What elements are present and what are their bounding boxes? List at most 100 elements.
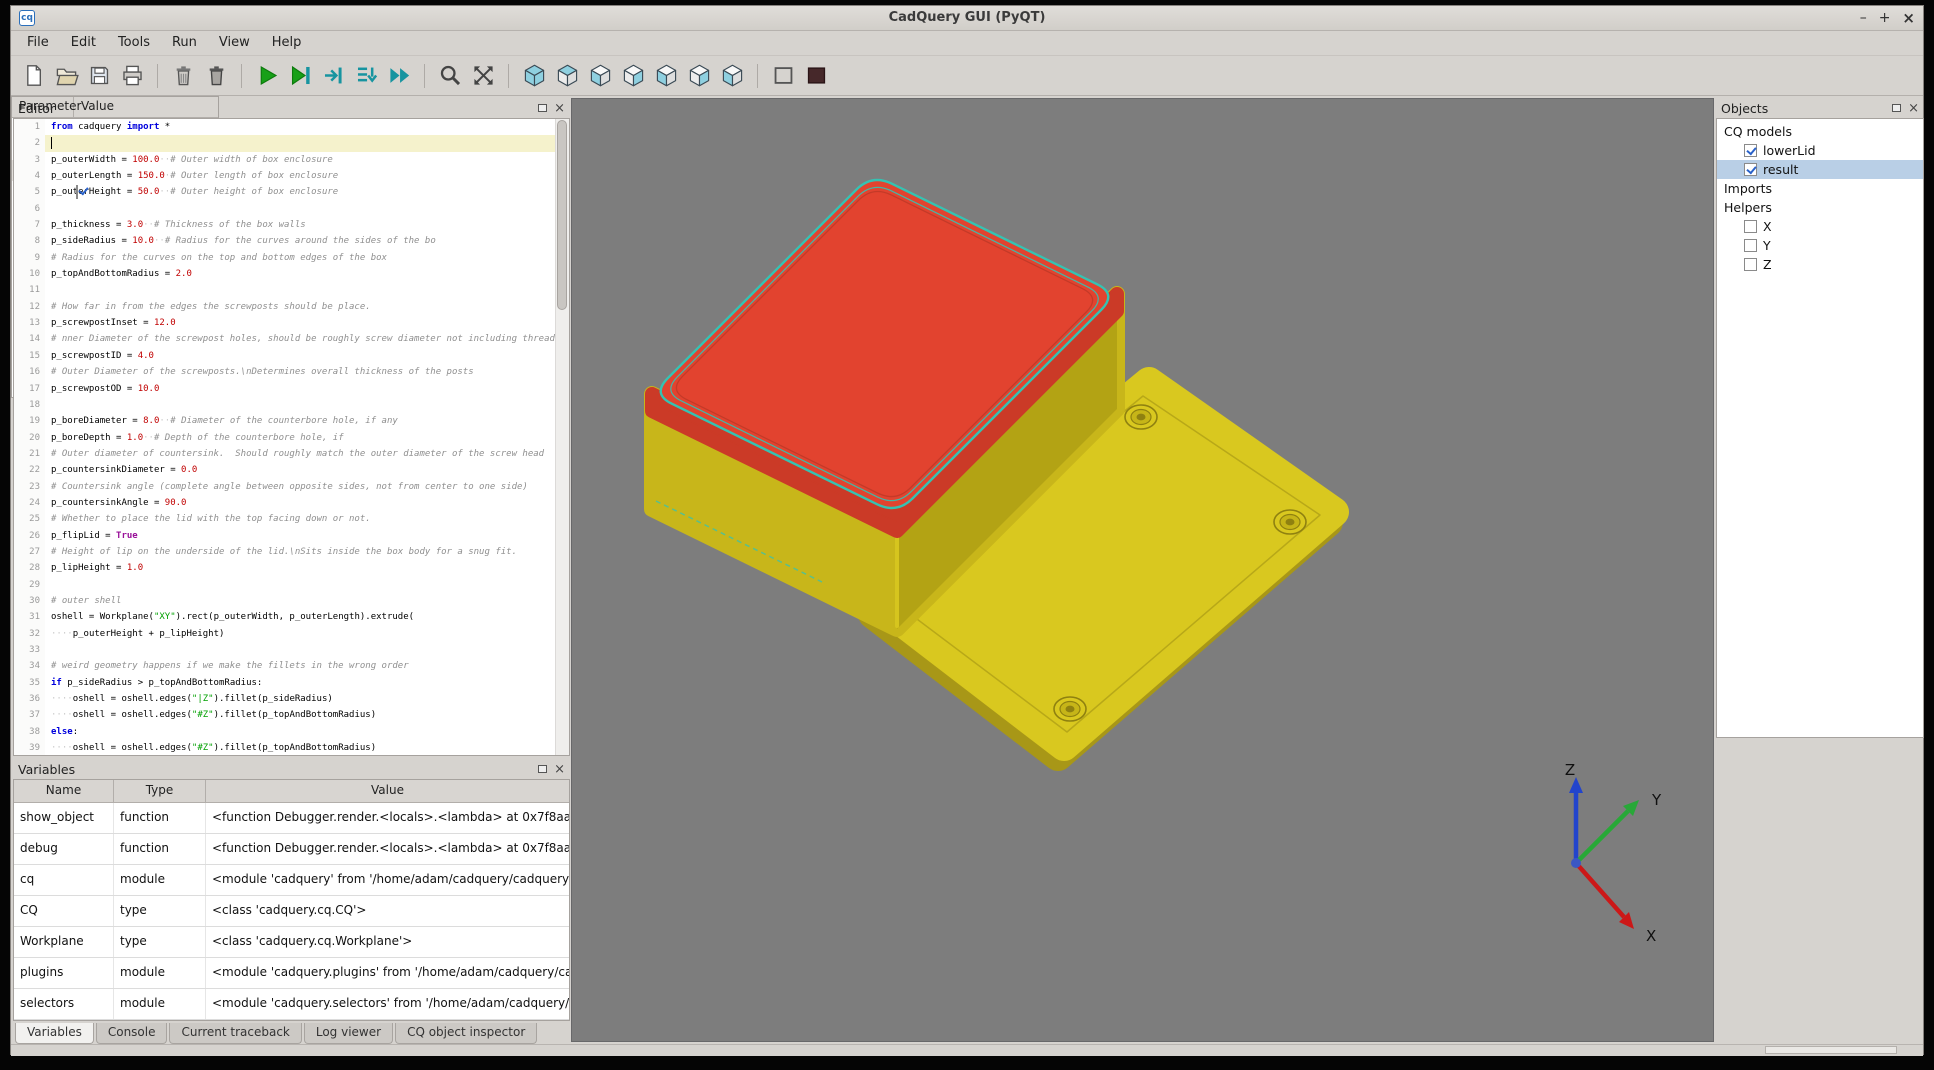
code-line[interactable]: 15p_screwpostID = 4.0 bbox=[14, 348, 556, 364]
tool-shaded-button[interactable] bbox=[802, 62, 830, 90]
variable-row[interactable]: Planetype<class 'cadquery.occ_impl.geom.… bbox=[14, 1020, 569, 1021]
code-line[interactable]: 26p_flipLid = True bbox=[14, 528, 556, 544]
code-line[interactable]: 18 bbox=[14, 397, 556, 413]
code-line[interactable]: 25# Whether to place the lid with the to… bbox=[14, 511, 556, 527]
tab-log-viewer[interactable]: Log viewer bbox=[304, 1023, 393, 1044]
code-line[interactable]: 6 bbox=[14, 201, 556, 217]
menu-item-run[interactable]: Run bbox=[162, 32, 207, 53]
code-line[interactable]: 30# outer shell bbox=[14, 593, 556, 609]
editor-float-button[interactable] bbox=[538, 104, 547, 112]
variables-column-header[interactable]: Name bbox=[14, 780, 114, 802]
code-line[interactable]: 28p_lipHeight = 1.0 bbox=[14, 560, 556, 576]
tool-wireframe-button[interactable] bbox=[769, 62, 797, 90]
code-line[interactable]: 1from cadquery import * bbox=[14, 119, 556, 135]
code-line[interactable]: 22p_countersinkDiameter = 0.0 bbox=[14, 462, 556, 478]
code-line[interactable]: 36····oshell = oshell.edges("|Z").fillet… bbox=[14, 691, 556, 707]
checkbox[interactable] bbox=[1744, 258, 1757, 271]
editor-scrollbar-thumb[interactable] bbox=[557, 120, 567, 310]
tool-zoom-button[interactable] bbox=[436, 62, 464, 90]
objects-float-button[interactable] bbox=[1892, 104, 1901, 112]
minimize-button[interactable]: – bbox=[1860, 11, 1867, 25]
variable-row[interactable]: show_objectfunction<function Debugger.re… bbox=[14, 803, 569, 834]
tool-cube-right-button[interactable] bbox=[619, 62, 647, 90]
code-line[interactable]: 37····oshell = oshell.edges("#Z").fillet… bbox=[14, 707, 556, 723]
object-item-result[interactable]: result bbox=[1717, 160, 1923, 179]
code-line[interactable]: 24p_countersinkAngle = 90.0 bbox=[14, 495, 556, 511]
code-line[interactable]: 2 bbox=[14, 135, 556, 151]
tab-current-traceback[interactable]: Current traceback bbox=[169, 1023, 301, 1044]
code-line[interactable]: 21# Outer diameter of countersink. Shoul… bbox=[14, 446, 556, 462]
code-line[interactable]: 39····oshell = oshell.edges("#Z").fillet… bbox=[14, 740, 556, 755]
tool-new-button[interactable] bbox=[19, 62, 47, 90]
code-line[interactable]: 35if p_sideRadius > p_topAndBottomRadius… bbox=[14, 675, 556, 691]
variable-row[interactable]: CQtype<class 'cadquery.cq.CQ'> bbox=[14, 896, 569, 927]
code-line[interactable]: 33 bbox=[14, 642, 556, 658]
tool-step-into-button[interactable] bbox=[352, 62, 380, 90]
tool-cube-back-button[interactable] bbox=[685, 62, 713, 90]
tool-cube-left-button[interactable] bbox=[652, 62, 680, 90]
code-line[interactable]: 7p_thickness = 3.0··# Thickness of the b… bbox=[14, 217, 556, 233]
variable-row[interactable]: pluginsmodule<module 'cadquery.plugins' … bbox=[14, 958, 569, 989]
code-line[interactable]: 10p_topAndBottomRadius = 2.0 bbox=[14, 266, 556, 282]
variable-row[interactable]: Workplanetype<class 'cadquery.cq.Workpla… bbox=[14, 927, 569, 958]
object-item-y[interactable]: Y bbox=[1717, 236, 1923, 255]
tool-step-button[interactable] bbox=[319, 62, 347, 90]
checkbox[interactable] bbox=[1744, 239, 1757, 252]
tool-cube-bottom-button[interactable] bbox=[718, 62, 746, 90]
code-line[interactable]: 34# weird geometry happens if we make th… bbox=[14, 658, 556, 674]
code-line[interactable]: 14# nner Diameter of the screwpost holes… bbox=[14, 331, 556, 347]
object-item-x[interactable]: X bbox=[1717, 217, 1923, 236]
variables-column-header[interactable]: Type bbox=[114, 780, 206, 802]
tool-run-button[interactable] bbox=[253, 62, 281, 90]
variables-column-header[interactable]: Value bbox=[206, 780, 569, 802]
code-line[interactable]: 29 bbox=[14, 577, 556, 593]
editor-scrollbar[interactable] bbox=[555, 119, 569, 755]
menu-item-file[interactable]: File bbox=[17, 32, 59, 53]
viewport-3d[interactable]: Z Y X bbox=[571, 98, 1714, 1042]
code-line[interactable]: 12# How far in from the edges the screwp… bbox=[14, 299, 556, 315]
title-bar[interactable]: cq CadQuery GUI (PyQT) – + × bbox=[11, 6, 1923, 31]
code-line[interactable]: 20p_boreDepth = 1.0··# Depth of the coun… bbox=[14, 430, 556, 446]
checkbox[interactable] bbox=[1744, 144, 1757, 157]
objects-close-button[interactable]: × bbox=[1908, 102, 1919, 115]
code-line[interactable]: 4p_outerLength = 150.0·# Outer length of… bbox=[14, 168, 556, 184]
code-line[interactable]: 31oshell = Workplane("XY").rect(p_outerW… bbox=[14, 609, 556, 625]
code-line[interactable]: 8p_sideRadius = 10.0··# Radius for the c… bbox=[14, 233, 556, 249]
object-item-lowerlid[interactable]: lowerLid bbox=[1717, 141, 1923, 160]
editor-content[interactable]: 1from cadquery import *23p_outerWidth = … bbox=[14, 119, 556, 755]
code-line[interactable]: 3p_outerWidth = 100.0··# Outer width of … bbox=[14, 152, 556, 168]
menu-item-help[interactable]: Help bbox=[262, 32, 312, 53]
editor-close-button[interactable]: × bbox=[554, 102, 565, 115]
tab-cq-object-inspector[interactable]: CQ object inspector bbox=[395, 1023, 537, 1044]
tool-delete-all-button[interactable] bbox=[202, 62, 230, 90]
tab-console[interactable]: Console bbox=[96, 1023, 168, 1044]
viewport-canvas[interactable]: Z Y X bbox=[572, 99, 1713, 1041]
tool-continue-button[interactable] bbox=[385, 62, 413, 90]
visible-checkbox[interactable] bbox=[76, 185, 78, 199]
tab-variables[interactable]: Variables bbox=[15, 1023, 94, 1044]
code-line[interactable]: 16# Outer Diameter of the screwposts.\nD… bbox=[14, 364, 556, 380]
code-line[interactable]: 9# Radius for the curves on the top and … bbox=[14, 250, 556, 266]
tool-cube-top-button[interactable] bbox=[553, 62, 581, 90]
tool-cube-iso-button[interactable] bbox=[520, 62, 548, 90]
code-line[interactable]: 38else: bbox=[14, 724, 556, 740]
variable-row[interactable]: cqmodule<module 'cadquery' from '/home/a… bbox=[14, 865, 569, 896]
menu-item-tools[interactable]: Tools bbox=[108, 32, 160, 53]
variable-row[interactable]: debugfunction<function Debugger.render.<… bbox=[14, 834, 569, 865]
variable-row[interactable]: selectorsmodule<module 'cadquery.selecto… bbox=[14, 989, 569, 1020]
code-line[interactable]: 23# Countersink angle (complete angle be… bbox=[14, 479, 556, 495]
checkbox[interactable] bbox=[1744, 163, 1757, 176]
code-line[interactable]: 13p_screwpostInset = 12.0 bbox=[14, 315, 556, 331]
tool-fit-button[interactable] bbox=[469, 62, 497, 90]
tool-cube-front-button[interactable] bbox=[586, 62, 614, 90]
variables-close-button[interactable]: × bbox=[554, 763, 565, 776]
code-line[interactable]: 5p_outerHeight = 50.0··# Outer height of… bbox=[14, 184, 556, 200]
tool-debug-button[interactable] bbox=[286, 62, 314, 90]
variables-float-button[interactable] bbox=[538, 765, 547, 773]
tool-open-button[interactable] bbox=[52, 62, 80, 90]
maximize-button[interactable]: + bbox=[1879, 11, 1891, 25]
tool-save-button[interactable] bbox=[85, 62, 113, 90]
menu-item-edit[interactable]: Edit bbox=[61, 32, 106, 53]
object-item-z[interactable]: Z bbox=[1717, 255, 1923, 274]
code-line[interactable]: 19p_boreDiameter = 8.0··# Diameter of th… bbox=[14, 413, 556, 429]
